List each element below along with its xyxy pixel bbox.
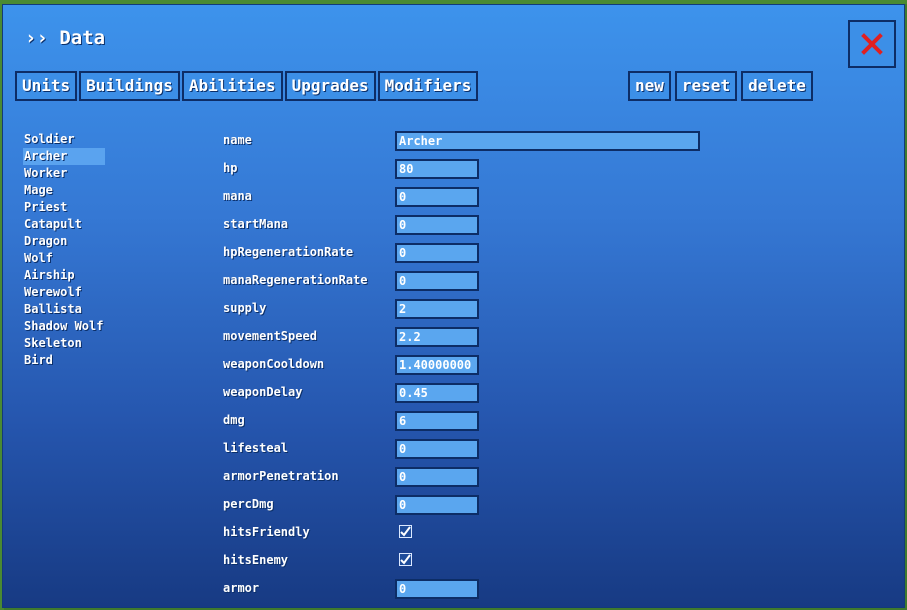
field-row-mana-regen: manaRegenerationRate 0 — [223, 271, 723, 291]
delete-button[interactable]: delete — [741, 71, 813, 101]
field-label: mana — [223, 189, 252, 203]
weapon-cooldown-input[interactable]: 1.40000000 — [395, 355, 479, 375]
perc-dmg-input[interactable]: 0 — [395, 495, 479, 515]
unit-list: Soldier Archer Worker Mage Priest Catapu… — [23, 131, 105, 369]
supply-input[interactable]: 2 — [395, 299, 479, 319]
unit-list-item[interactable]: Catapult — [23, 216, 105, 233]
field-label: dmg — [223, 413, 245, 427]
close-icon — [861, 33, 883, 55]
reset-button[interactable]: reset — [674, 71, 738, 101]
checkmark-icon — [400, 526, 411, 537]
mana-input[interactable]: 0 — [395, 187, 479, 207]
tab-buildings[interactable]: Buildings — [79, 71, 180, 101]
hits-friendly-checkbox[interactable] — [399, 525, 412, 538]
field-label: supply — [223, 301, 267, 315]
field-label: hpRegenerationRate — [223, 245, 354, 259]
tab-units[interactable]: Units — [15, 71, 78, 101]
field-label: name — [223, 133, 252, 147]
field-label: armor — [223, 581, 260, 595]
unit-list-item[interactable]: Skeleton — [23, 335, 105, 352]
field-row-movement-speed: movementSpeed 2.2 — [223, 327, 723, 347]
new-button[interactable]: new — [628, 71, 671, 101]
tab-upgrades[interactable]: Upgrades — [284, 71, 376, 101]
unit-list-item-selected[interactable]: Archer — [23, 148, 105, 165]
checkmark-icon — [400, 554, 411, 565]
armor-penetration-input[interactable]: 0 — [395, 467, 479, 487]
unit-list-item[interactable]: Werewolf — [23, 284, 105, 301]
field-row-perc-dmg: percDmg 0 — [223, 495, 723, 515]
hits-enemy-checkbox[interactable] — [399, 553, 412, 566]
unit-list-item[interactable]: Mage — [23, 182, 105, 199]
field-label: weaponDelay — [223, 385, 303, 399]
field-row-weapon-cooldown: weaponCooldown 1.40000000 — [223, 355, 723, 375]
field-row-armor-penetration: armorPenetration 0 — [223, 467, 723, 487]
field-row-supply: supply 2 — [223, 299, 723, 319]
action-buttons: new reset delete — [628, 71, 813, 101]
field-label: movementSpeed — [223, 329, 317, 343]
unit-list-item[interactable]: Shadow Wolf — [23, 318, 105, 335]
mana-regeneration-rate-input[interactable]: 0 — [395, 271, 479, 291]
unit-list-item[interactable]: Bird — [23, 352, 105, 369]
field-row-weapon-delay: weaponDelay 0.45 — [223, 383, 723, 403]
unit-list-item[interactable]: Airship — [23, 267, 105, 284]
start-mana-input[interactable]: 0 — [395, 215, 479, 235]
dmg-input[interactable]: 6 — [395, 411, 479, 431]
field-row-dmg: dmg 6 — [223, 411, 723, 431]
hp-regeneration-rate-input[interactable]: 0 — [395, 243, 479, 263]
field-label: percDmg — [223, 497, 274, 511]
field-label: hitsFriendly — [223, 525, 310, 539]
field-label: weaponCooldown — [223, 357, 325, 371]
field-row-name: name Archer — [223, 131, 723, 151]
unit-list-item[interactable]: Ballista — [23, 301, 105, 318]
unit-list-item[interactable]: Wolf — [23, 250, 105, 267]
field-label: hitsEnemy — [223, 553, 289, 567]
unit-list-item[interactable]: Dragon — [23, 233, 105, 250]
lifesteal-input[interactable]: 0 — [395, 439, 479, 459]
field-row-hits-friendly: hitsFriendly — [223, 523, 723, 543]
tab-modifiers[interactable]: Modifiers — [377, 71, 479, 101]
movement-speed-input[interactable]: 2.2 — [395, 327, 479, 347]
hp-input[interactable]: 80 — [395, 159, 479, 179]
tab-bar: Units Buildings Abilities Upgrades Modif… — [15, 71, 479, 101]
tab-abilities[interactable]: Abilities — [181, 71, 283, 101]
unit-list-item[interactable]: Priest — [23, 199, 105, 216]
armor-input[interactable]: 0 — [395, 579, 479, 599]
field-row-hp: hp 80 — [223, 159, 723, 179]
name-input[interactable]: Archer — [395, 131, 700, 151]
unit-list-item[interactable]: Soldier — [23, 131, 105, 148]
field-label: lifesteal — [223, 441, 289, 455]
field-row-mana: mana 0 — [223, 187, 723, 207]
field-label: startMana — [223, 217, 289, 231]
field-row-lifesteal: lifesteal 0 — [223, 439, 723, 459]
field-row-armor: armor 0 — [223, 579, 723, 599]
field-row-hits-enemy: hitsEnemy — [223, 551, 723, 571]
field-label: manaRegenerationRate — [223, 273, 368, 287]
field-label: hp — [223, 161, 238, 175]
unit-list-item[interactable]: Worker — [23, 165, 105, 182]
data-window: ›› Data Units Buildings Abilities Upgrad… — [2, 4, 905, 608]
field-row-hp-regen: hpRegenerationRate 0 — [223, 243, 723, 263]
window-title: ›› Data — [25, 27, 106, 49]
weapon-delay-input[interactable]: 0.45 — [395, 383, 479, 403]
close-button[interactable] — [848, 20, 896, 68]
field-row-start-mana: startMana 0 — [223, 215, 723, 235]
field-label: armorPenetration — [223, 469, 339, 483]
